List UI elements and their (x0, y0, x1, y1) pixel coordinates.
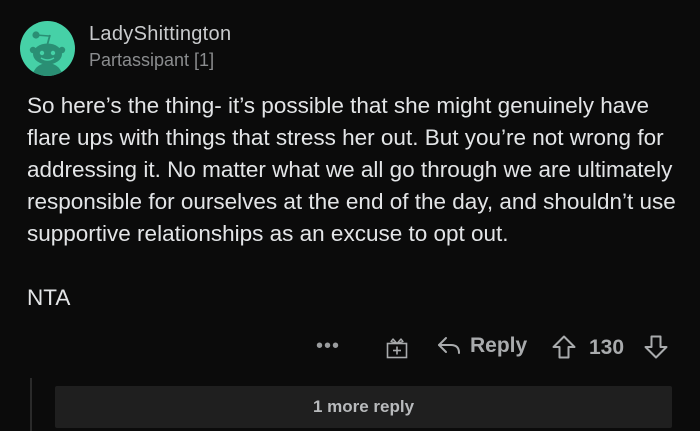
more-replies-button[interactable]: 1 more reply (55, 386, 672, 428)
vote-count: 130 (589, 336, 625, 359)
reply-label: Reply (470, 334, 528, 357)
comment-header: LadyShittington Partassipant [1] (20, 20, 231, 76)
avatar[interactable] (20, 20, 75, 76)
upvote-button[interactable] (551, 334, 577, 365)
user-flair: Partassipant [1] (89, 50, 215, 70)
user-meta: LadyShittington Partassipant [1] (89, 22, 231, 72)
downvote-button[interactable] (643, 334, 669, 365)
downvote-arrow-icon (644, 335, 668, 359)
award-button[interactable] (385, 336, 409, 365)
snoo-avatar-icon (29, 30, 66, 76)
username[interactable]: LadyShittington (89, 22, 231, 46)
gift-award-icon (386, 338, 408, 359)
upvote-arrow-icon (552, 335, 576, 359)
reply-arrow-icon (438, 337, 460, 354)
thread-line[interactable] (30, 378, 32, 431)
reply-button[interactable]: Reply (436, 334, 527, 358)
comment-verdict: NTA (27, 285, 71, 310)
comment-body: So here’s the thing- it’s possible that … (27, 90, 687, 314)
comment-text: So here’s the thing- it’s possible that … (27, 93, 676, 246)
more-replies-label: 1 more reply (312, 397, 415, 416)
more-options-button[interactable]: ••• (316, 336, 340, 356)
comment-action-bar: ••• Reply 130 (0, 330, 700, 366)
